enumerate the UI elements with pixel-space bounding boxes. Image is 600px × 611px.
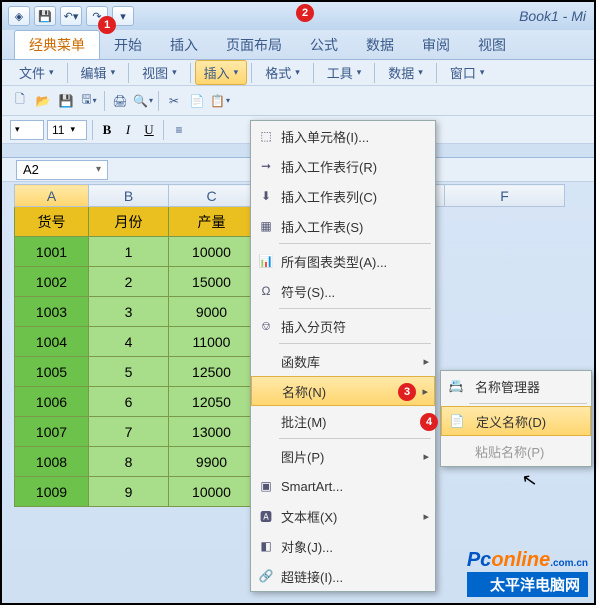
window-title: Book1 - Mi (519, 8, 586, 24)
break-icon: ⎊ (257, 317, 275, 335)
chart-icon: 📊 (257, 252, 275, 270)
menu-view[interactable]: 视图 (133, 60, 186, 85)
callout-marker-2: 2 (296, 4, 314, 22)
submenu-paste-name: 粘贴名称(P) (441, 436, 591, 466)
menu-all-charts[interactable]: 📊所有图表类型(A)... (251, 246, 435, 276)
object-icon: ◧ (257, 537, 275, 555)
menu-hyperlink[interactable]: 🔗超链接(I)... (251, 561, 435, 591)
watermark-tagline: 太平洋电脑网 (467, 572, 588, 597)
menu-smartart[interactable]: ▣SmartArt... (251, 471, 435, 501)
tab-page-layout[interactable]: 页面布局 (212, 31, 296, 59)
col-header-F[interactable]: F (445, 185, 565, 207)
menu-comment[interactable]: 批注(M) (251, 406, 435, 436)
copy-icon[interactable]: 📄 (187, 91, 207, 111)
insert-menu-popup: ⬚插入单元格(I)... ➞插入工作表行(R) ⬇插入工作表列(C) ▦插入工作… (250, 120, 436, 592)
row-icon: ➞ (257, 157, 275, 175)
cut-icon[interactable]: ✂ (164, 91, 184, 111)
save-icon[interactable]: 💾 (56, 91, 76, 111)
watermark: Pconline.com.cn 太平洋电脑网 (467, 549, 588, 597)
underline-button[interactable]: U (140, 121, 158, 139)
callout-marker-1: 1 (98, 16, 116, 34)
menu-function-lib[interactable]: 函数库 (251, 346, 435, 376)
italic-button[interactable]: I (119, 121, 137, 139)
tab-data[interactable]: 数据 (352, 31, 408, 59)
submenu-name-manager[interactable]: 📇名称管理器 (441, 371, 591, 401)
textbox-icon: 🅰 (257, 507, 275, 525)
ribbon-tabs: 经典菜单 开始 插入 页面布局 公式 数据 审阅 视图 2 (2, 30, 594, 60)
menu-textbox[interactable]: 🅰文本框(X) (251, 501, 435, 531)
submenu-define-name[interactable]: 📄定义名称(D)4 (441, 406, 591, 436)
font-name-combo[interactable] (10, 120, 44, 140)
menu-file[interactable]: 文件 (10, 60, 63, 85)
menu-insert-row[interactable]: ➞插入工作表行(R) (251, 151, 435, 181)
save-icon[interactable]: 💾 (34, 6, 56, 26)
hdr-month[interactable]: 月份 (89, 207, 169, 237)
menu-format[interactable]: 格式 (256, 60, 309, 85)
col-header-A[interactable]: A (15, 185, 89, 207)
col-icon: ⬇ (257, 187, 275, 205)
menu-object[interactable]: ◧对象(J)... (251, 531, 435, 561)
new-icon[interactable]: 🗋 (10, 91, 30, 111)
hdr-item-no[interactable]: 货号 (15, 207, 89, 237)
tab-view[interactable]: 视图 (464, 31, 520, 59)
menu-insert-cells[interactable]: ⬚插入单元格(I)... (251, 121, 435, 151)
align-left-icon[interactable]: ≡ (169, 120, 189, 140)
font-size-combo[interactable]: 11 (47, 120, 87, 140)
menu-symbol[interactable]: Ω符号(S)... (251, 276, 435, 306)
save-as-icon[interactable]: 🖫 (79, 91, 99, 111)
smartart-icon: ▣ (257, 477, 275, 495)
bold-button[interactable]: B (98, 121, 116, 139)
col-header-C[interactable]: C (169, 185, 255, 207)
tab-classic-menu[interactable]: 经典菜单 (14, 30, 100, 59)
col-header-B[interactable]: B (89, 185, 169, 207)
define-name-icon: 📄 (448, 412, 466, 430)
link-icon: 🔗 (257, 567, 275, 585)
paste-icon[interactable]: 📋 (210, 91, 230, 111)
tab-insert[interactable]: 插入 (156, 31, 212, 59)
app-window: ◈ 💾 ↶▾ ↷ ▾ Book1 - Mi 1 经典菜单 开始 插入 页面布局 … (0, 0, 596, 605)
undo-icon[interactable]: ↶▾ (60, 6, 82, 26)
names-submenu: 📇名称管理器 📄定义名称(D)4 粘贴名称(P) (440, 370, 592, 467)
name-box[interactable]: A2 (16, 160, 108, 180)
standard-toolbar: 🗋 📂 💾 🖫 🖨 🔍 ✂ 📄 📋 (2, 86, 594, 116)
tab-formulas[interactable]: 公式 (296, 31, 352, 59)
menu-tools[interactable]: 工具 (318, 60, 371, 85)
print-icon[interactable]: 🖨 (110, 91, 130, 111)
menu-insert-col[interactable]: ⬇插入工作表列(C) (251, 181, 435, 211)
callout-marker-3: 3 (398, 383, 416, 401)
preview-icon[interactable]: 🔍 (133, 91, 153, 111)
office-button[interactable]: ◈ (8, 6, 30, 26)
omega-icon: Ω (257, 282, 275, 300)
sheet-icon: ▦ (257, 217, 275, 235)
tab-home[interactable]: 开始 (100, 31, 156, 59)
menu-window[interactable]: 窗口 (441, 60, 494, 85)
watermark-brand: Pconline.com.cn (467, 549, 588, 572)
menu-data[interactable]: 数据 (379, 60, 432, 85)
menu-insert[interactable]: 插入 (195, 60, 248, 85)
hdr-output[interactable]: 产量 (169, 207, 255, 237)
menu-insert-sheet[interactable]: ▦插入工作表(S) (251, 211, 435, 241)
menu-names[interactable]: 名称(N)3 (251, 376, 435, 406)
menu-picture[interactable]: 图片(P) (251, 441, 435, 471)
open-icon[interactable]: 📂 (33, 91, 53, 111)
tab-review[interactable]: 审阅 (408, 31, 464, 59)
callout-marker-4: 4 (420, 413, 438, 431)
menu-edit[interactable]: 编辑 (72, 60, 125, 85)
name-manager-icon: 📇 (447, 377, 465, 395)
classic-menu-bar: 文件 编辑 视图 插入 格式 工具 数据 窗口 (2, 60, 594, 86)
cells-icon: ⬚ (257, 127, 275, 145)
menu-page-break[interactable]: ⎊插入分页符 (251, 311, 435, 341)
